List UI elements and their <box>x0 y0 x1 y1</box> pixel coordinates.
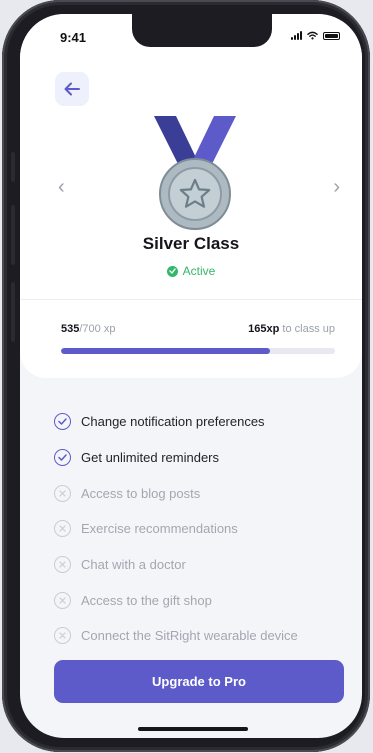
feature-label: Access to blog posts <box>81 485 201 501</box>
xp-remaining-label: to class up <box>279 323 335 335</box>
status-icons <box>291 31 340 40</box>
upgrade-button[interactable]: Upgrade to Pro <box>54 660 344 703</box>
xp-current-value: 535 <box>61 323 80 335</box>
check-circle-icon <box>54 413 71 431</box>
volume-up-button <box>11 205 15 265</box>
mute-switch <box>11 152 15 182</box>
xp-remaining: 165xp to class up <box>248 323 335 335</box>
feature-item: Access to the gift shop <box>54 582 354 618</box>
volume-down-button <box>11 282 15 342</box>
class-card: 9:41 ‹ › Silver Class Active 535/700 xp … <box>20 14 362 378</box>
status-time: 9:41 <box>60 30 87 45</box>
feature-label: Exercise recommendations <box>81 521 238 537</box>
silver-medal-icon <box>154 116 236 230</box>
battery-icon <box>323 31 340 40</box>
check-circle-icon <box>54 449 71 467</box>
feature-list: Change notification preferences Get unlim… <box>54 404 354 654</box>
feature-label: Change notification preferences <box>81 414 265 430</box>
xp-progress-bar <box>61 348 335 354</box>
feature-label: Connect the SitRight wearable device <box>81 628 298 644</box>
phone-frame: 9:41 ‹ › Silver Class Active 535/700 xp … <box>2 0 370 752</box>
chevron-right-icon[interactable]: › <box>333 177 340 197</box>
feature-item: Exercise recommendations <box>54 511 354 547</box>
app-screen: 9:41 ‹ › Silver Class Active 535/700 xp … <box>20 14 362 738</box>
x-circle-icon <box>54 591 71 609</box>
divider <box>20 299 362 300</box>
class-title: Silver Class <box>142 234 240 253</box>
feature-label: Access to the gift shop <box>81 592 212 608</box>
notch <box>132 14 272 47</box>
feature-label: Get unlimited reminders <box>81 450 219 466</box>
arrow-left-icon <box>64 82 80 96</box>
status-label: Active <box>182 264 216 278</box>
wifi-icon <box>307 31 318 40</box>
back-button[interactable] <box>55 72 89 106</box>
x-circle-icon <box>54 520 71 538</box>
x-circle-icon <box>54 556 71 574</box>
xp-progress-fill <box>61 348 271 354</box>
signal-icon <box>291 31 302 40</box>
x-circle-icon <box>54 484 71 502</box>
x-circle-icon <box>54 627 71 645</box>
feature-item: Access to blog posts <box>54 475 354 511</box>
xp-current: 535/700 xp <box>61 323 115 335</box>
chevron-left-icon[interactable]: ‹ <box>58 177 65 197</box>
feature-item: Connect the SitRight wearable device <box>54 618 354 654</box>
feature-item: Chat with a doctor <box>54 547 354 583</box>
xp-total: /700 xp <box>79 323 116 335</box>
feature-item: Change notification preferences <box>54 404 354 440</box>
xp-remaining-value: 165xp <box>248 323 280 335</box>
status-badge: Active <box>20 264 362 278</box>
home-indicator <box>138 727 248 731</box>
feature-label: Chat with a doctor <box>81 557 186 573</box>
check-circle-icon <box>166 265 178 277</box>
feature-item: Get unlimited reminders <box>54 440 354 476</box>
